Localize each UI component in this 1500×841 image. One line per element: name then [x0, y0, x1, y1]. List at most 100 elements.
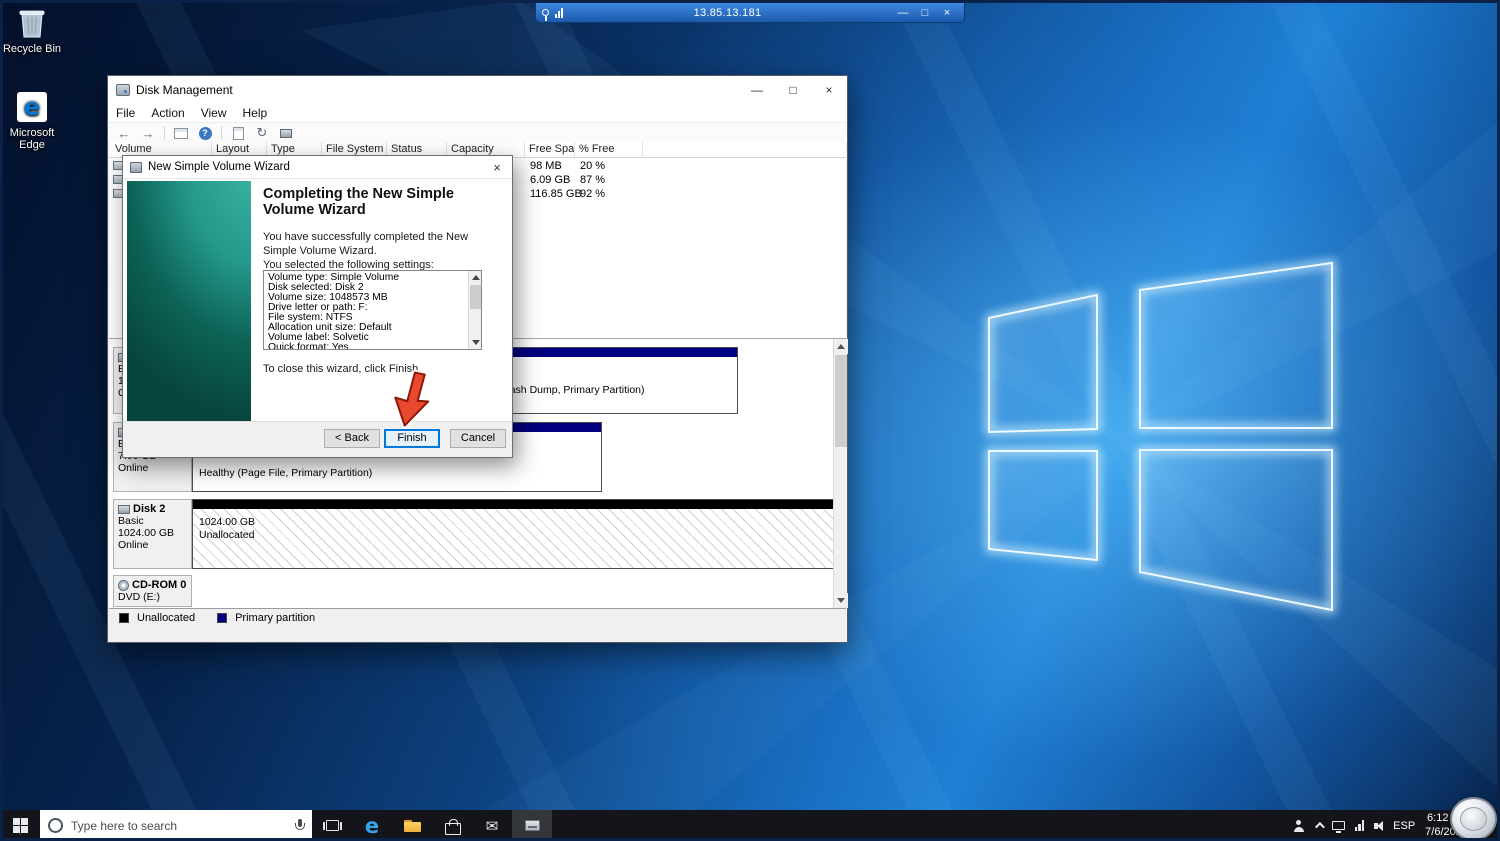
task-view-button[interactable]	[312, 810, 352, 841]
network-icon[interactable]	[1331, 821, 1345, 833]
settings-scrollbar[interactable]	[468, 271, 481, 349]
legend: Unallocated Primary partition	[109, 608, 846, 626]
help-icon[interactable]: ?	[195, 125, 215, 142]
disk-icon	[118, 504, 130, 514]
rdp-close-button[interactable]: ×	[936, 4, 958, 22]
search-input[interactable]	[71, 818, 287, 833]
refresh-icon[interactable]: ↻	[252, 125, 272, 142]
edge-icon: e	[17, 92, 47, 122]
disk-view-icon[interactable]	[276, 125, 296, 142]
settings-scroll-down[interactable]	[469, 336, 481, 349]
watermark-logo	[1450, 797, 1497, 841]
desktop-icon-label: Recycle Bin	[2, 43, 62, 55]
vertical-scrollbar[interactable]	[833, 339, 848, 608]
cortana-icon[interactable]	[48, 818, 63, 833]
taskbar-mail-button[interactable]: ✉	[472, 810, 512, 841]
disk-management-titlebar[interactable]: Disk Management — □ ×	[108, 76, 847, 103]
unallocated-size: 1024.00 GB	[199, 516, 256, 528]
legend-primary-label: Primary partition	[235, 611, 316, 624]
properties-icon[interactable]	[228, 125, 248, 142]
maximize-button[interactable]: □	[775, 76, 811, 103]
wizard-heading: Completing the New Simple Volume Wizard	[263, 186, 454, 219]
scrollbar-thumb[interactable]	[835, 355, 847, 447]
menu-action[interactable]: Action	[143, 103, 192, 122]
desktop-screen: Recycle Bin e Microsoft Edge 13.85.13.18…	[0, 0, 1500, 841]
scroll-up-button[interactable]	[834, 339, 848, 354]
windows-start-icon	[12, 818, 28, 833]
scroll-down-button[interactable]	[834, 593, 848, 608]
disk2-label[interactable]: Disk 2 Basic 1024.00 GB Online	[113, 499, 192, 569]
mail-icon: ✉	[485, 817, 499, 835]
settings-scroll-up[interactable]	[469, 271, 481, 284]
pin-icon[interactable]	[542, 9, 549, 21]
menu-file[interactable]: File	[108, 103, 143, 122]
taskbar: e ✉ ESP 6:12 PM 7/6/2020	[0, 810, 1500, 841]
desktop-icon-recycle-bin[interactable]: Recycle Bin	[0, 6, 64, 55]
toolbar-separator	[221, 126, 222, 140]
desktop-icon-label: Microsoft Edge	[9, 127, 55, 151]
cancel-button[interactable]: Cancel	[450, 429, 506, 448]
rdp-connection-bar[interactable]: 13.85.13.181 — □ ×	[535, 3, 965, 23]
settings-scroll-thumb[interactable]	[470, 285, 481, 309]
language-indicator[interactable]: ESP	[1393, 820, 1415, 832]
legend-unallocated-swatch	[119, 612, 129, 623]
wizard-close-hint: To close this wizard, click Finish.	[263, 363, 422, 375]
forward-icon[interactable]: →	[138, 125, 158, 142]
column-free-space[interactable]: Free Spa...	[525, 142, 575, 158]
pct-free-value: 92 %	[580, 188, 606, 200]
rdp-restore-button[interactable]: □	[914, 4, 936, 22]
task-view-icon	[322, 820, 342, 831]
wizard-sidebar-graphic	[127, 181, 251, 423]
people-icon[interactable]	[1293, 819, 1305, 832]
back-button[interactable]: < Back	[324, 429, 380, 448]
free-space-value: 6.09 GB	[530, 174, 571, 186]
window-title: Disk Management	[136, 82, 233, 97]
settings-summary-box[interactable]: Volume type: Simple Volume Disk selected…	[263, 270, 482, 350]
store-bag-icon	[445, 818, 461, 835]
taskbar-store-button[interactable]	[432, 810, 472, 841]
new-simple-volume-wizard: New Simple Volume Wizard × Completing th…	[122, 155, 513, 458]
folder-icon	[403, 819, 421, 832]
column-pct-free[interactable]: % Free	[575, 142, 643, 158]
recycle-bin-icon	[0, 6, 64, 40]
chevron-up-icon[interactable]	[1314, 821, 1325, 832]
menu-view[interactable]: View	[193, 103, 235, 122]
legend-unallocated-label: Unallocated	[137, 611, 196, 624]
microphone-icon[interactable]	[295, 819, 305, 832]
taskbar-search[interactable]	[40, 810, 312, 841]
speaker-icon[interactable]	[1374, 820, 1384, 831]
start-button[interactable]	[0, 810, 40, 841]
console-tree-icon[interactable]	[171, 125, 191, 142]
rdp-minimize-button[interactable]: —	[892, 4, 914, 22]
desktop-icon-edge[interactable]: e Microsoft Edge	[0, 90, 64, 151]
rdp-address: 13.85.13.181	[693, 6, 762, 19]
disk-icon	[524, 820, 540, 831]
taskbar-explorer-button[interactable]	[392, 810, 432, 841]
menu-help[interactable]: Help	[235, 103, 276, 122]
cd-icon	[118, 579, 129, 591]
wizard-close-button[interactable]: ×	[482, 156, 512, 178]
toolbar-separator	[164, 126, 165, 140]
free-space-value: 116.85 GB	[530, 188, 582, 200]
cdrom-label[interactable]: CD-ROM 0 DVD (E:)	[113, 575, 192, 607]
unallocated-label: Unallocated	[199, 529, 255, 541]
back-icon[interactable]: ←	[114, 125, 134, 142]
disk-management-icon	[116, 83, 130, 96]
free-space-value: 98 MB	[530, 160, 562, 172]
taskbar-edge-button[interactable]: e	[352, 810, 392, 841]
wizard-title: New Simple Volume Wizard	[148, 161, 290, 173]
partition-status: Healthy (Page File, Primary Partition)	[199, 467, 373, 479]
close-button[interactable]: ×	[811, 76, 847, 103]
taskbar-disk-management-button[interactable]	[512, 810, 552, 841]
wizard-success-text: You have successfully completed the New …	[263, 231, 469, 258]
signal-icon[interactable]	[1354, 820, 1365, 831]
disk2-unallocated-region[interactable]: 1024.00 GB Unallocated	[192, 499, 835, 569]
wizard-icon	[130, 161, 142, 173]
legend-primary-swatch	[217, 612, 228, 623]
wizard-titlebar[interactable]: New Simple Volume Wizard ×	[123, 156, 512, 179]
menu-bar: File Action View Help	[108, 103, 847, 123]
settings-lines: Volume type: Simple Volume Disk selected…	[268, 272, 400, 350]
minimize-button[interactable]: —	[739, 76, 775, 103]
pct-free-value: 20 %	[580, 160, 606, 172]
toolbar: ← → ? ↻	[108, 123, 847, 144]
